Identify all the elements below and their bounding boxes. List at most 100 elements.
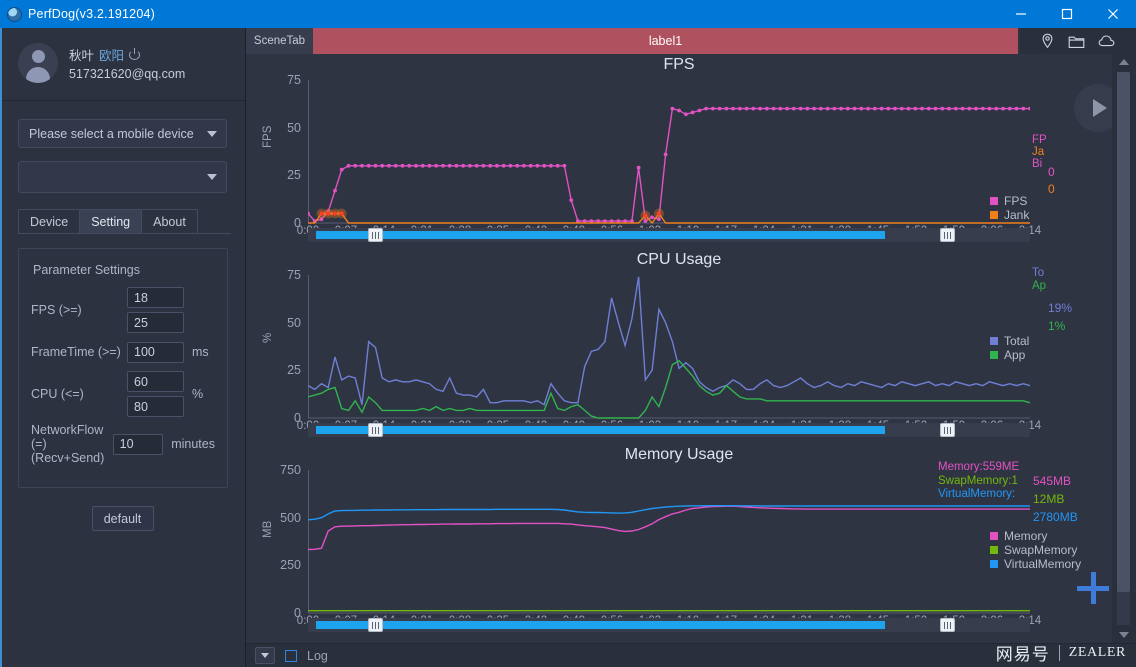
plot-area[interactable]: 0 250 500 750 [280,463,1030,620]
scroll-up-button[interactable] [1112,54,1136,70]
perfdog-window: PerfDog(v3.2.191204) 秋叶 欧阳 517321620@qq.… [0,0,1136,667]
window-title: PerfDog(v3.2.191204) [28,7,155,21]
y-tick: 25 [287,168,301,183]
chart-legend: Total App [990,334,1108,362]
watermark: 网易号 ZEALER [996,640,1126,665]
range-handle-left[interactable] [368,618,383,632]
user-profile: 秋叶 欧阳 517321620@qq.com [0,28,245,98]
cloud-icon[interactable] [1098,34,1117,48]
range-handle-right[interactable] [940,228,955,242]
scrollbar-track[interactable] [1117,72,1130,625]
legend-swatch [990,532,998,540]
fps-min-input[interactable]: 18 [127,287,184,308]
chart-cpu: CPU Usage % 0255075 0:000:070:140:210:28… [246,249,1112,444]
range-handle-right[interactable] [940,423,955,437]
label-bar[interactable]: label1 [313,28,1018,54]
legend-item[interactable]: Total [990,334,1108,348]
maximize-icon[interactable] [1044,0,1090,28]
cursor-label: Ap [1032,280,1047,292]
cpu-min-input[interactable]: 60 [127,371,184,392]
series-line [308,505,1030,551]
default-button[interactable]: default [91,506,154,531]
scrollbar-thumb[interactable] [1117,72,1130,592]
minimize-icon[interactable] [998,0,1044,28]
range-fill [316,426,885,434]
log-label: Log [307,648,328,663]
app-globe-icon [0,0,28,28]
series-line [308,505,1030,521]
cpu-max-input[interactable]: 80 [127,396,184,417]
legend-label: Total [1004,334,1030,348]
range-handle-left[interactable] [368,423,383,437]
device-select[interactable]: Please select a mobile device [18,119,227,148]
y-axis-label: FPS [262,125,274,148]
networkflow-input[interactable]: 10 [112,433,164,455]
y-tick: 25 [287,363,301,378]
cursor-value: 12MB [1033,492,1065,506]
tab-device[interactable]: Device [18,209,81,233]
tab-setting[interactable]: Setting [79,209,143,233]
device-select-value: Please select a mobile device [29,126,194,141]
legend-item[interactable]: App [990,348,1108,362]
user-name-part1: 秋叶 [69,49,95,63]
legend-item[interactable]: VirtualMemory [990,557,1108,571]
setting-row-networkflow: NetworkFlow (=) (Recv+Send) 10 minutes [31,423,215,465]
scene-tab[interactable]: SceneTab [246,28,313,54]
process-select[interactable] [18,161,227,193]
range-handle-left[interactable] [368,228,383,242]
log-checkbox[interactable] [285,649,297,662]
legend-item[interactable]: Memory [990,529,1108,543]
cursor-values: 00 [1048,164,1055,198]
cursor-labels: Memory:559ME SwapMemory:1 VirtualMemory: [938,461,1019,502]
chart-title: FPS [663,56,695,73]
sidebar-tabs: Device Setting About [18,209,245,233]
chart-memory: Memory Usage MB 0250500750 0:000:070:140… [246,444,1112,639]
cpu-unit: % [192,387,204,401]
series-line [308,359,1030,419]
legend-label: VirtualMemory [1004,557,1082,571]
range-fill [316,621,885,629]
window-titlebar: PerfDog(v3.2.191204) [0,0,1136,28]
range-slider[interactable] [308,228,1030,242]
user-name-part2: 欧阳 [99,49,125,63]
folder-icon[interactable] [1068,34,1085,49]
range-handle-right[interactable] [940,618,955,632]
user-name: 秋叶 欧阳 [69,45,185,64]
location-pin-icon[interactable] [1040,33,1055,49]
charts-container: FPS FPS 0255075 0:000:070:140:210:280:35… [246,54,1112,643]
y-tick: 250 [280,558,301,573]
parameter-settings-panel: Parameter Settings FPS (>=) 18 25 FrameT… [18,248,228,488]
setting-label-networkflow: NetworkFlow (=) (Recv+Send) [31,423,105,465]
watermark-cn: 网易号 [995,645,1050,665]
bottom-dropdown-button[interactable] [255,647,275,664]
legend-item[interactable]: SwapMemory [990,543,1108,557]
left-sidebar: 秋叶 欧阳 517321620@qq.com Please select a m… [0,28,246,667]
cursor-value: 0 [1048,182,1055,196]
plot-area[interactable]: 0 25 50 75 [287,268,1030,425]
cursor-values: 19% 1% [1048,299,1072,335]
y-tick: 75 [287,73,301,87]
legend-item[interactable]: Jank [990,208,1108,222]
range-fill [316,231,885,239]
range-slider[interactable] [308,423,1030,437]
sidebar-divider [0,100,245,101]
cursor-label: To [1032,267,1045,279]
range-slider[interactable] [308,618,1030,632]
setting-label-frametime: FrameTime (>=) [31,345,121,359]
vertical-scrollbar[interactable] [1112,54,1136,643]
cursor-values: 545MB 12MB 2780MB [1033,472,1078,526]
series-line [308,276,1030,406]
chart-svg [308,470,1030,614]
plot-area[interactable]: 0 25 50 75 [287,73,1030,230]
frametime-input[interactable]: 100 [127,341,184,363]
fps-max-input[interactable]: 25 [127,312,184,333]
main-area: SceneTab label1 FPS FPS 0 25 50 75 2:14 … [246,28,1136,667]
avatar [18,43,58,83]
legend-label: SwapMemory [1004,543,1078,557]
chart-legend: Memory SwapMemory VirtualMemory [990,529,1108,571]
close-icon[interactable] [1090,0,1136,28]
cursor-label: Bi [1032,158,1043,170]
power-icon[interactable] [129,48,141,60]
tab-about[interactable]: About [141,209,198,233]
y-tick: 50 [287,120,301,135]
